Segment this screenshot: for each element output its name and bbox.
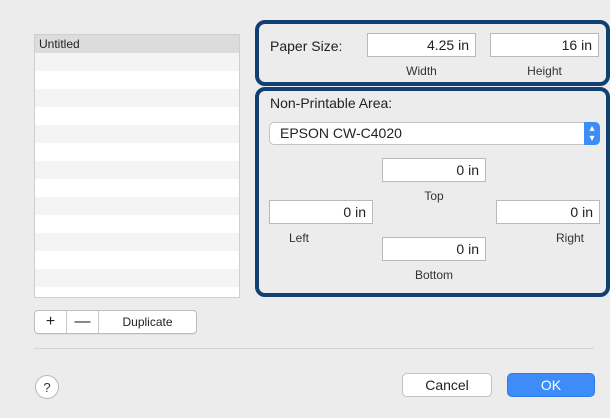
paper-size-list[interactable]: Untitled xyxy=(34,34,240,298)
left-margin-field[interactable]: 0 in xyxy=(269,200,373,224)
non-printable-label: Non-Printable Area: xyxy=(270,95,393,111)
list-item-empty xyxy=(35,71,239,89)
list-item-empty xyxy=(35,89,239,107)
list-item-empty xyxy=(35,215,239,233)
bottom-margin-field[interactable]: 0 in xyxy=(382,237,486,261)
list-item-empty xyxy=(35,251,239,269)
width-label: Width xyxy=(406,64,437,78)
list-item-empty xyxy=(35,107,239,125)
list-item-empty xyxy=(35,233,239,251)
help-button[interactable]: ? xyxy=(35,375,59,399)
printer-select[interactable]: EPSON CW-C4020 ▴ ▾ xyxy=(269,122,600,145)
left-margin-label: Left xyxy=(288,231,309,245)
printer-select-value: EPSON CW-C4020 xyxy=(280,125,402,141)
list-item[interactable]: Untitled xyxy=(35,35,239,53)
width-field[interactable]: 4.25 in xyxy=(367,33,476,57)
add-button[interactable]: + xyxy=(35,311,66,333)
list-item-empty xyxy=(35,53,239,71)
ok-button[interactable]: OK xyxy=(507,373,595,397)
bottom-margin-label: Bottom xyxy=(414,268,453,282)
list-item-empty xyxy=(35,179,239,197)
height-field[interactable]: 16 in xyxy=(490,33,599,57)
top-margin-field[interactable]: 0 in xyxy=(382,158,486,182)
list-item-empty xyxy=(35,197,239,215)
right-margin-field[interactable]: 0 in xyxy=(496,200,600,224)
remove-button[interactable]: — xyxy=(67,311,98,333)
list-item-empty xyxy=(35,161,239,179)
list-item-empty xyxy=(35,125,239,143)
list-item-label: Untitled xyxy=(39,37,80,51)
chevron-up-down-icon: ▴ ▾ xyxy=(584,122,600,145)
right-margin-label: Right xyxy=(555,231,584,245)
cancel-button[interactable]: Cancel xyxy=(402,373,492,397)
footer-divider xyxy=(34,348,594,349)
list-item-empty xyxy=(35,269,239,287)
top-margin-label: Top xyxy=(424,189,444,203)
list-controls: + — Duplicate xyxy=(34,310,197,334)
paper-size-label: Paper Size: xyxy=(270,38,343,54)
height-label: Height xyxy=(527,64,562,78)
duplicate-button[interactable]: Duplicate xyxy=(99,311,196,333)
list-item-empty xyxy=(35,143,239,161)
